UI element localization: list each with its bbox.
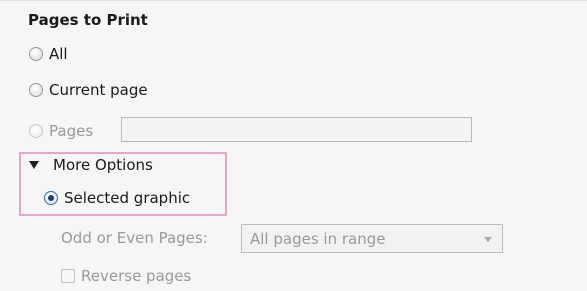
chevron-down-icon bbox=[484, 237, 492, 242]
radio-all-row[interactable]: All bbox=[29, 45, 68, 63]
expand-triangle-icon[interactable] bbox=[29, 161, 39, 169]
odd-even-select[interactable]: All pages in range bbox=[241, 224, 503, 253]
odd-even-select-value: All pages in range bbox=[250, 229, 386, 248]
radio-selected-graphic-row[interactable]: Selected graphic bbox=[44, 189, 190, 207]
reverse-pages-checkbox[interactable] bbox=[61, 269, 75, 283]
pages-range-input[interactable] bbox=[121, 117, 472, 142]
radio-all-label: All bbox=[49, 45, 68, 63]
section-title: Pages to Print bbox=[28, 11, 148, 29]
radio-pages-label: Pages bbox=[49, 122, 94, 140]
odd-even-label: Odd or Even Pages: bbox=[61, 229, 208, 247]
more-options-toggle[interactable]: More Options bbox=[27, 156, 153, 174]
pages-to-print-panel: Pages to Print All Current page Pages Mo… bbox=[0, 0, 587, 291]
radio-selected-graphic-label: Selected graphic bbox=[64, 189, 191, 207]
radio-all[interactable] bbox=[29, 47, 43, 61]
reverse-pages-label: Reverse pages bbox=[81, 267, 192, 285]
radio-pages-row[interactable]: Pages bbox=[29, 122, 93, 140]
radio-pages[interactable] bbox=[29, 124, 43, 138]
radio-current-page-label: Current page bbox=[49, 81, 148, 99]
reverse-pages-row[interactable]: Reverse pages bbox=[61, 267, 191, 285]
radio-current-page-row[interactable]: Current page bbox=[29, 81, 148, 99]
radio-current-page[interactable] bbox=[29, 83, 43, 97]
odd-even-label-row: Odd or Even Pages: bbox=[61, 229, 208, 247]
radio-selected-graphic[interactable] bbox=[44, 191, 58, 205]
more-options-label: More Options bbox=[53, 156, 153, 174]
